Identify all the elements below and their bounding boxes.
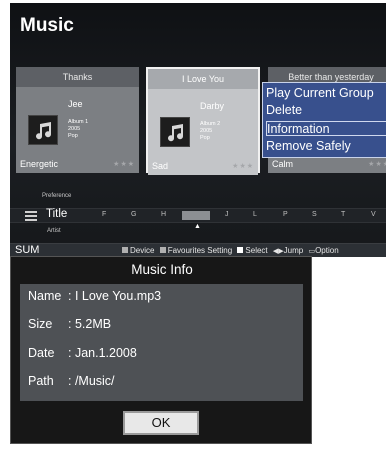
menu-item-remove-safely[interactable]: Remove Safely	[266, 139, 386, 154]
jump-letter[interactable]: G	[131, 211, 136, 218]
enter-key-icon	[237, 247, 244, 253]
card-artist: Jee	[68, 99, 83, 109]
rating-stars: ★★★	[232, 163, 254, 170]
info-label: Size	[28, 317, 53, 331]
card-mood: Energetic	[20, 159, 59, 169]
sort-bar: Title F G H J L P S T V	[10, 208, 386, 223]
card-mood: Sad	[152, 161, 169, 171]
up-arrow-icon: ▲	[194, 223, 201, 230]
rating-stars: ★★★	[368, 161, 386, 168]
letter-cursor	[182, 211, 210, 220]
device-name: SUM	[15, 244, 40, 256]
context-menu: Play Current Group Delete Information Re…	[262, 82, 386, 158]
hint-jump[interactable]: Jump	[284, 246, 304, 255]
menu-item-play-current-group[interactable]: Play Current Group	[266, 86, 386, 101]
music-info-dialog: Music Info Name : I Love You.mp3 Size : 5.…	[10, 256, 312, 444]
menu-item-information[interactable]: Information	[266, 121, 386, 136]
card-body: Darby Album 2 2005 Pop Sad ★★★	[148, 89, 258, 175]
jump-letter[interactable]: V	[371, 211, 376, 218]
ok-button[interactable]: OK	[123, 411, 199, 435]
music-note-icon	[168, 124, 184, 142]
hint-device[interactable]: Device	[130, 246, 154, 255]
info-row-name: Name : I Love You.mp3	[28, 289, 161, 309]
jump-letter[interactable]: L	[253, 211, 257, 218]
card-mood: Calm	[272, 159, 294, 169]
page-title: Music	[20, 15, 74, 36]
card-artist: Darby	[200, 101, 225, 111]
info-value: : Jan.1.2008	[68, 346, 137, 360]
card-meta: Album 1 2005 Pop	[68, 119, 88, 140]
gray-key-icon	[159, 247, 166, 253]
info-row-size: Size : 5.2MB	[28, 317, 111, 337]
info-value: : /Music/	[68, 374, 115, 388]
list-view-icon	[25, 211, 37, 221]
album-art-icon	[160, 117, 190, 147]
key-hints: Device Favourites Setting Select ◀▶Jump …	[122, 246, 339, 255]
card-meta: Album 2 2005 Pop	[200, 121, 220, 142]
music-card-i-love-you[interactable]: I Love You Darby Album 2 2005 Pop Sad ★★…	[146, 67, 260, 175]
info-row-date: Date : Jan.1.2008	[28, 346, 137, 366]
card-body: Jee Album 1 2005 Pop Energetic ★★★	[16, 87, 139, 173]
jump-letter[interactable]: T	[341, 211, 345, 218]
sort-option-artist[interactable]: Artist	[47, 228, 61, 234]
jump-letter[interactable]: S	[312, 211, 317, 218]
card-year: 2005	[68, 126, 81, 132]
info-label: Date	[28, 346, 55, 360]
album-art-icon	[28, 115, 58, 145]
jump-letter[interactable]: J	[225, 211, 229, 218]
hint-option[interactable]: Option	[315, 246, 339, 255]
menu-item-delete[interactable]: Delete	[266, 103, 386, 118]
music-note-icon	[36, 122, 52, 140]
sort-current[interactable]: Title	[46, 208, 67, 220]
card-genre: Pop	[68, 133, 78, 139]
bottom-bar: SUM Device Favourites Setting Select ◀▶J…	[10, 243, 386, 257]
rewind-ff-icon: ◀▶	[272, 248, 284, 255]
card-album: Album 2	[200, 121, 221, 127]
card-album: Album 1	[68, 119, 89, 125]
info-label: Name	[28, 289, 62, 303]
jump-letter[interactable]: H	[161, 211, 166, 218]
hint-favourites[interactable]: Favourites Setting	[168, 246, 232, 255]
dialog-title: Music Info	[131, 262, 193, 277]
jump-letter[interactable]: P	[283, 211, 288, 218]
jump-letter[interactable]: F	[102, 211, 106, 218]
info-value: : 5.2MB	[68, 317, 112, 331]
info-panel: Name : I Love You.mp3 Size : 5.2MB Date : J…	[20, 284, 303, 401]
card-genre: Pop	[200, 135, 210, 141]
info-value: : I Love You.mp3	[68, 289, 162, 303]
gray-key-icon	[122, 247, 128, 253]
card-title: Thanks	[16, 67, 139, 87]
info-row-path: Path : /Music/	[28, 374, 115, 394]
card-year: 2005	[200, 128, 213, 134]
card-title: I Love You	[148, 69, 258, 89]
hint-select[interactable]: Select	[245, 246, 267, 255]
music-card-thanks[interactable]: Thanks Jee Album 1 2005 Pop Energetic ★★…	[16, 67, 139, 173]
info-label: Path	[28, 374, 54, 388]
music-screen: Music Thanks Jee Album 1 2005 Pop Energe…	[10, 3, 386, 257]
rating-stars: ★★★	[113, 161, 135, 168]
sort-option-preference[interactable]: Preference	[42, 193, 71, 199]
